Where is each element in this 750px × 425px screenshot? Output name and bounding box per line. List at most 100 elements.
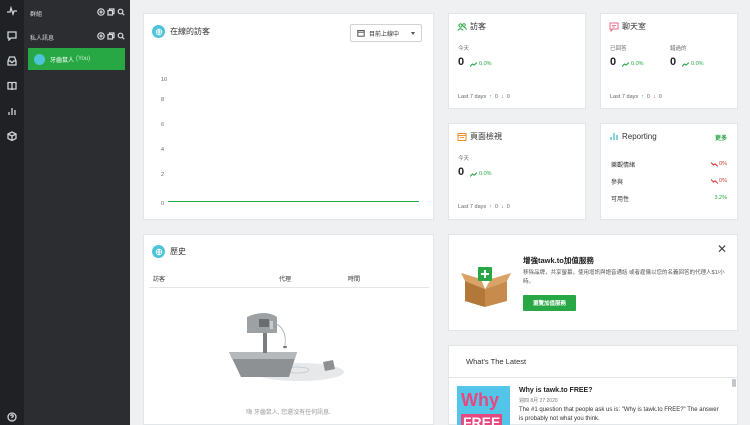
trend-up-icon (470, 61, 477, 67)
divider (449, 377, 737, 378)
page-views-up-count: 0 (494, 204, 498, 210)
close-icon[interactable]: ✕ (717, 242, 727, 256)
chevron-down-icon (411, 32, 415, 35)
promo-title: 增強tawk.to加值服務 (523, 256, 594, 265)
icon-rail (0, 0, 24, 425)
book-icon[interactable] (0, 79, 24, 93)
reporting-more-link[interactable]: 更多 (715, 133, 727, 142)
col-visitor: 訪客 (153, 277, 166, 283)
groups-label: 群組 (30, 11, 43, 18)
trend-up-icon (682, 61, 689, 67)
add-circle-icon[interactable] (97, 8, 105, 16)
online-chart-line (168, 201, 419, 202)
add-circle-icon[interactable] (97, 32, 105, 40)
y-tick: 10 (161, 77, 168, 83)
search-icon[interactable] (117, 32, 125, 40)
page-views-title: 頁面檢視 (457, 131, 502, 142)
search-icon[interactable] (117, 8, 125, 16)
reporting-row: 參與 0% (611, 178, 727, 186)
promo-card: 增強tawk.to加值服務 移除品牌，共享螢幕，使用增訊與語音通話 或者雇傭以您… (448, 234, 738, 331)
visitors-up-count: 0 (494, 94, 498, 100)
article-title[interactable]: Why is tawk.to FREE? (519, 387, 593, 394)
chats-title: 聊天室 (609, 21, 646, 32)
box-icon[interactable] (0, 129, 24, 143)
activity-icon[interactable] (0, 4, 24, 18)
reporting-row: 可用性 3.2% (611, 195, 727, 203)
arrow-up-icon: ↑ (641, 94, 644, 100)
chats-up-count: 0 (646, 94, 650, 100)
page-views-today-value: 0 (458, 166, 465, 178)
users-icon (457, 22, 467, 32)
agent-you-tag: (You) (76, 56, 91, 62)
scrollbar[interactable] (732, 379, 736, 387)
bar-chart-icon[interactable] (0, 104, 24, 118)
page-views-down-count: 0 (506, 204, 510, 210)
trend-down-icon (711, 178, 719, 184)
chats-last7: Last 7 days ↑ 0 ↓ 0 (610, 94, 662, 100)
page-view-icon (457, 132, 467, 142)
inbox-icon[interactable] (0, 54, 24, 68)
article-date: 週四 8月 27 2020 (519, 398, 558, 404)
chats-down-count: 0 (658, 94, 662, 100)
avatar (34, 53, 45, 65)
bar-chart-icon (609, 131, 619, 141)
page-views-card: 頁面檢視 今天 0 0.0% Last 7 days ↑ 0 ↓ 0 (448, 123, 586, 220)
arrow-down-icon: ↓ (500, 204, 504, 210)
online-visitors-title: 在線的訪客 (152, 25, 210, 38)
calendar-icon (357, 30, 365, 37)
visitors-down-count: 0 (506, 94, 510, 100)
trend-up-icon (622, 61, 629, 67)
box-illustration (461, 263, 511, 308)
chats-served-pct: 0.0% (622, 61, 644, 67)
history-empty-text: 嗨 牙齒鼠人, 您還沒有任何訊息. (246, 410, 331, 416)
y-tick: 6 (161, 122, 165, 128)
empty-history-illustration (227, 307, 357, 387)
trend-up-icon (470, 171, 477, 177)
history-title: 歷史 (152, 245, 186, 258)
trend-down-icon (711, 161, 719, 167)
thumbnail-text-2: FREE (461, 414, 503, 425)
copy-icon[interactable] (107, 8, 115, 16)
chats-missed-value: 0 (670, 56, 677, 68)
chats-card: 聊天室 已回答 0 0.0% 錯過的 0 0.0% Last 7 days ↑ 0… (600, 13, 738, 109)
online-visitors-card: 在線的訪客 目前上線中 10 8 6 4 2 0 (143, 13, 434, 220)
agent-list-item[interactable]: 牙齒鼠人 (You) (28, 48, 125, 70)
visitor-filter-label: 目前上線中 (369, 31, 400, 38)
y-tick: 0 (161, 201, 165, 207)
chats-missed-pct: 0.0% (682, 61, 704, 67)
history-table-header: 訪客 代理 時間 (149, 271, 429, 288)
copy-icon[interactable] (107, 32, 115, 40)
private-label: 私人訊息 (30, 35, 55, 42)
arrow-up-icon: ↑ (489, 94, 492, 100)
chat-bubble-icon[interactable] (0, 29, 24, 43)
col-time: 時間 (348, 277, 361, 283)
browse-addons-button[interactable]: 瀏覽加值服務 (523, 295, 576, 311)
promo-description: 移除品牌，共享螢幕，使用增訊與語音通話 或者雇傭以您的名義回答的代理人$1/小時… (523, 270, 725, 285)
article-description: The #1 question that people ask us is: "… (519, 407, 719, 422)
thumbnail-text: Why (461, 390, 499, 410)
visitor-filter-dropdown[interactable]: 目前上線中 (350, 24, 422, 42)
reporting-row: 樂觀情緒 0% (611, 161, 727, 169)
chats-served-label: 已回答 (610, 46, 627, 52)
y-tick: 4 (161, 147, 165, 153)
chats-missed-label: 錯過的 (670, 46, 687, 52)
arrow-down-icon: ↓ (500, 94, 504, 100)
page-views-today-pct: 0.0% (470, 171, 492, 177)
visitors-today-label: 今天 (458, 46, 470, 52)
latest-card: What's The Latest Why FREE Why is tawk.t… (448, 345, 738, 425)
help-icon[interactable] (0, 410, 24, 424)
groups-section: 群組 (24, 6, 130, 20)
y-tick: 8 (161, 97, 165, 103)
agent-name: 牙齒鼠人 (50, 57, 75, 64)
private-section: 私人訊息 (24, 30, 130, 44)
arrow-up-icon: ↑ (489, 204, 492, 210)
visitors-card: 訪客 今天 0 0.0% Last 7 days ↑ 0 ↓ 0 (448, 13, 586, 109)
arrow-down-icon: ↓ (652, 94, 656, 100)
page-views-last7: Last 7 days ↑ 0 ↓ 0 (458, 204, 510, 210)
y-tick: 2 (161, 172, 165, 178)
latest-title: What's The Latest (466, 357, 527, 366)
globe-icon (152, 245, 165, 258)
article-thumbnail[interactable]: Why FREE (457, 386, 510, 425)
reporting-title: Reporting (609, 131, 657, 141)
col-agent: 代理 (279, 277, 292, 283)
